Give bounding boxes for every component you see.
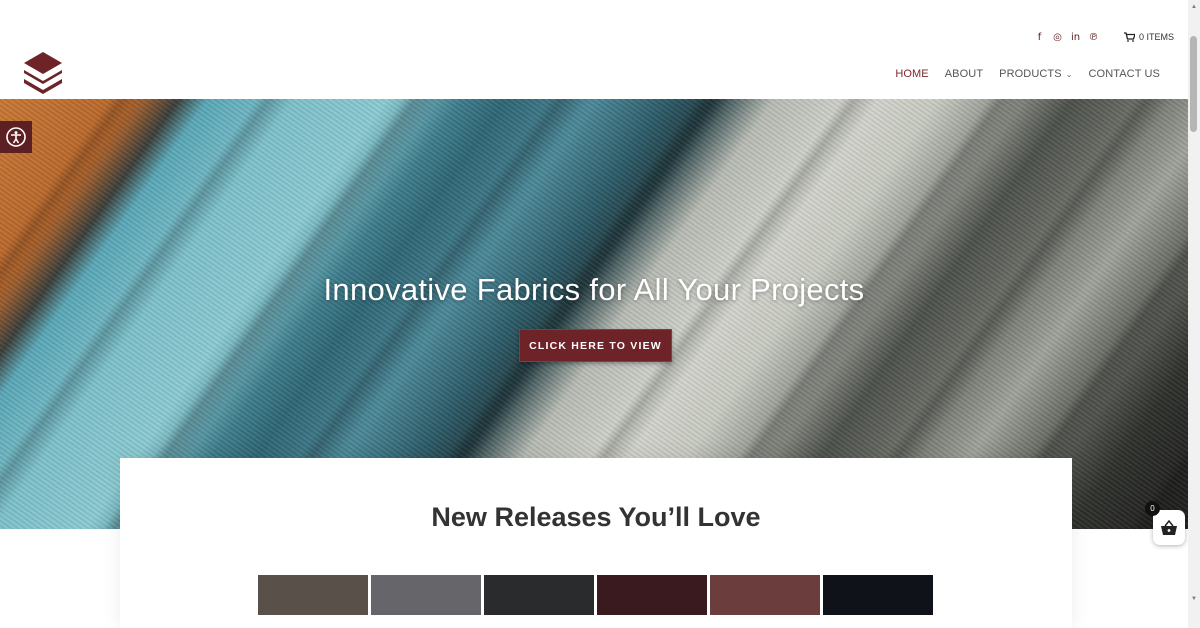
- nav-products[interactable]: PRODUCTS ⌄: [999, 68, 1072, 80]
- scroll-up-icon[interactable]: ▲: [1190, 2, 1198, 12]
- new-releases-section: New Releases You’ll Love: [120, 458, 1072, 628]
- social-links: f ◎ in ℗: [1034, 31, 1099, 43]
- nav-home-label: HOME: [895, 68, 929, 80]
- product-swatch[interactable]: [823, 575, 933, 615]
- site-header: f ◎ in ℗ 0 ITEMS HOME ABOUT PRODUCTS ⌄ CO…: [0, 0, 1188, 99]
- instagram-icon[interactable]: ◎: [1052, 31, 1063, 43]
- facebook-icon[interactable]: f: [1034, 31, 1045, 43]
- scrollbar-thumb[interactable]: [1190, 36, 1197, 132]
- nav-contact-label: CONTACT US: [1088, 68, 1160, 80]
- section-title: New Releases You’ll Love: [431, 502, 761, 532]
- product-swatch[interactable]: [710, 575, 820, 615]
- hero-title: Innovative Fabrics for All Your Projects: [323, 272, 865, 307]
- nav-about-label: ABOUT: [944, 68, 984, 80]
- swatch-row: [258, 575, 933, 615]
- linkedin-icon[interactable]: in: [1070, 31, 1081, 43]
- floating-cart-button[interactable]: [1153, 510, 1185, 545]
- nav-home[interactable]: HOME: [895, 68, 928, 80]
- brand-logo[interactable]: [22, 50, 64, 98]
- accessibility-toolbar-button[interactable]: [0, 121, 32, 153]
- header-cart[interactable]: 0 ITEMS: [1124, 32, 1174, 42]
- page-scrollbar[interactable]: ▲ ▼: [1188, 0, 1200, 628]
- nav-products-label: PRODUCTS: [999, 68, 1062, 80]
- product-swatch[interactable]: [597, 575, 707, 615]
- product-swatch[interactable]: [484, 575, 594, 615]
- product-swatch[interactable]: [258, 575, 368, 615]
- cart-count-label: 0 ITEMS: [1139, 32, 1175, 42]
- nav-about[interactable]: ABOUT: [945, 68, 983, 80]
- cart-icon: [1124, 32, 1135, 42]
- pinterest-icon[interactable]: ℗: [1088, 31, 1099, 43]
- view-products-button[interactable]: CLICK HERE TO VIEW: [519, 329, 672, 362]
- nav-contact[interactable]: CONTACT US: [1089, 68, 1161, 80]
- main-nav: HOME ABOUT PRODUCTS ⌄ CONTACT US: [895, 68, 1160, 80]
- basket-icon: [1161, 519, 1177, 535]
- product-swatch[interactable]: [371, 575, 481, 615]
- chevron-down-icon: ⌄: [1065, 69, 1073, 79]
- scroll-down-icon[interactable]: ▼: [1190, 594, 1198, 604]
- cart-count-badge: 0: [1145, 501, 1160, 516]
- accessibility-icon: [6, 127, 26, 147]
